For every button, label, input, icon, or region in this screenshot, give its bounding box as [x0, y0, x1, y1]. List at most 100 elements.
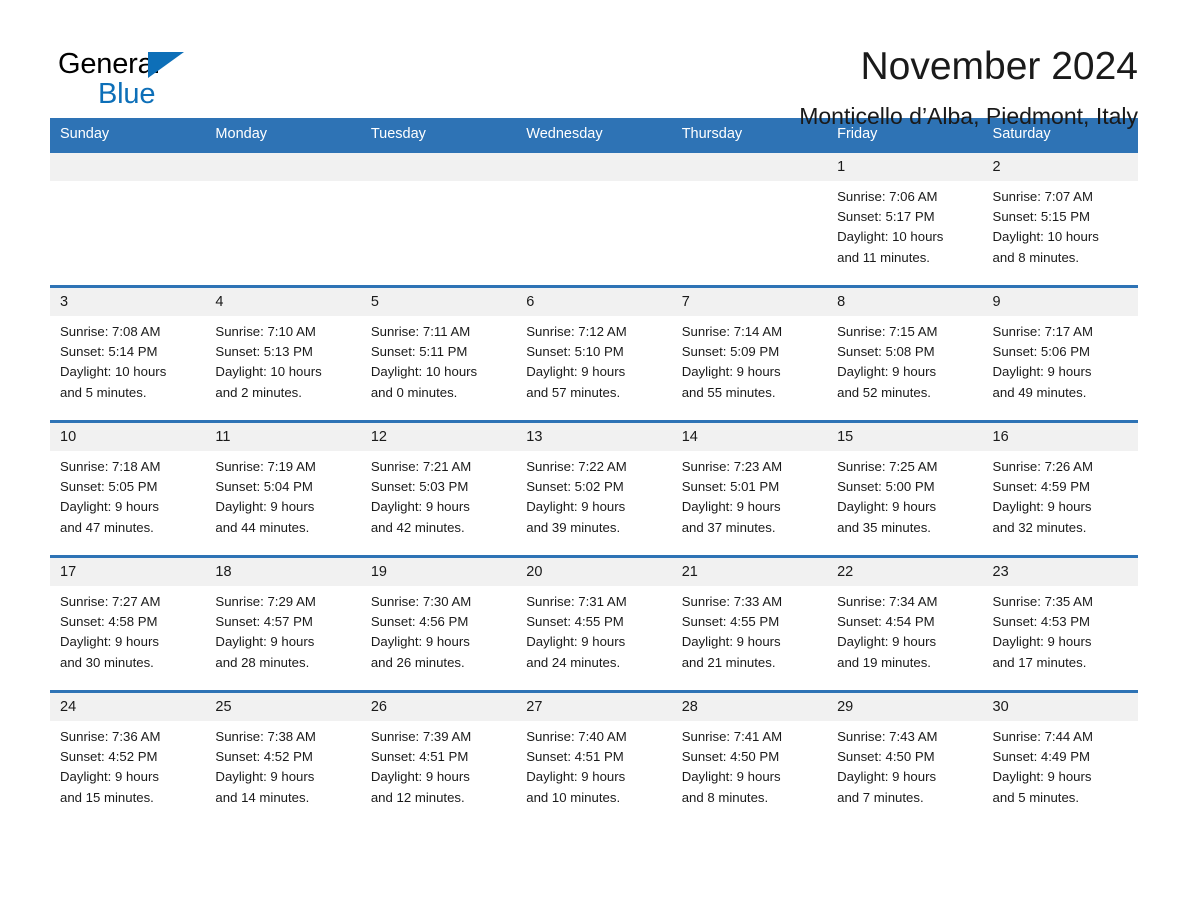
- sunset-time: Sunset: 4:51 PM: [370, 749, 469, 765]
- day-number: [516, 153, 672, 181]
- day-number: 23: [982, 558, 1138, 586]
- sunrise-time: Sunrise: 7:10 AM: [215, 324, 316, 339]
- sunrise-time: Sunrise: 7:35 AM: [992, 594, 1093, 609]
- calendar-day-cell[interactable]: 7 Sunrise: 7:14 AM Sunset: 5:09 PM Daylight…: [671, 285, 828, 422]
- sunrise-time: Sunrise: 7:12 AM: [526, 324, 627, 339]
- sunrise-time: Sunrise: 7:27 AM: [60, 594, 161, 609]
- day-details: Sunrise: 7:06 AM Sunset: 5:17 PM Daylight:…: [827, 181, 982, 268]
- calendar-day-cell[interactable]: 3 Sunrise: 7:08 AM Sunset: 5:14 PM Daylight…: [50, 285, 206, 422]
- weekday-header-sunday: Sunday: [50, 118, 206, 152]
- calendar-day-cell[interactable]: 19 Sunrise: 7:30 AM Sunset: 4:56 PM Dayligh…: [360, 555, 517, 692]
- day-number: [50, 153, 206, 181]
- day-details: Sunrise: 7:15 AM Sunset: 5:08 PM Daylight:…: [827, 316, 982, 403]
- calendar-day-cell[interactable]: 30 Sunrise: 7:44 AM Sunset: 4:49 PM Dayligh…: [982, 690, 1138, 825]
- sunrise-time: Sunrise: 7:14 AM: [681, 324, 783, 339]
- calendar-day-cell[interactable]: 4 Sunrise: 7:10 AM Sunset: 5:13 PM Daylight…: [205, 285, 361, 422]
- sunset-time: Sunset: 5:04 PM: [215, 479, 313, 495]
- sunrise-time: Sunrise: 7:08 AM: [60, 324, 161, 339]
- calendar-day-cell[interactable]: 11 Sunrise: 7:19 AM Sunset: 5:04 PM Dayligh…: [205, 420, 361, 557]
- calendar-day-cell[interactable]: 9 Sunrise: 7:17 AM Sunset: 5:06 PM Daylight…: [982, 285, 1138, 422]
- calendar-day-cell[interactable]: 26 Sunrise: 7:39 AM Sunset: 4:51 PM Dayligh…: [360, 690, 517, 825]
- calendar-day-cell[interactable]: 1 Sunrise: 7:06 AM Sunset: 5:17 PM Daylight…: [827, 150, 983, 287]
- sunrise-time: Sunrise: 7:38 AM: [215, 729, 316, 744]
- sunrise-time: Sunrise: 7:18 AM: [60, 459, 161, 474]
- sunrise-time: Sunrise: 7:23 AM: [681, 459, 783, 474]
- daylight-duration-line2: and 49 minutes.: [992, 384, 1087, 400]
- calendar-day-cell[interactable]: 10 Sunrise: 7:18 AM Sunset: 5:05 PM Dayligh…: [50, 420, 206, 557]
- general-blue-logo[interactable]: General Blue: [50, 42, 210, 114]
- calendar-day-cell[interactable]: 2 Sunrise: 7:07 AM Sunset: 5:15 PM Daylight…: [982, 150, 1138, 287]
- sunset-time: Sunset: 5:08 PM: [837, 344, 935, 360]
- day-number: 7: [671, 288, 828, 316]
- day-number: 13: [516, 423, 672, 451]
- daylight-duration-line2: and 35 minutes.: [837, 519, 931, 535]
- sunset-time: Sunset: 5:17 PM: [837, 209, 935, 225]
- daylight-duration-line2: and 32 minutes.: [992, 519, 1087, 535]
- daylight-duration-line2: and 28 minutes.: [215, 654, 310, 670]
- daylight-duration-line1: Daylight: 9 hours: [370, 634, 470, 650]
- calendar-day-cell[interactable]: 24 Sunrise: 7:36 AM Sunset: 4:52 PM Dayligh…: [50, 690, 206, 825]
- calendar-day-cell[interactable]: 13 Sunrise: 7:22 AM Sunset: 5:02 PM Dayligh…: [516, 420, 672, 557]
- day-details: Sunrise: 7:44 AM Sunset: 4:49 PM Daylight:…: [983, 721, 1138, 808]
- daylight-duration-line2: and 12 minutes.: [370, 789, 465, 805]
- sunrise-time: Sunrise: 7:34 AM: [837, 594, 938, 609]
- day-number: 18: [205, 558, 361, 586]
- calendar-day-cell[interactable]: 17 Sunrise: 7:27 AM Sunset: 4:58 PM Dayligh…: [50, 555, 206, 692]
- day-number: 16: [982, 423, 1138, 451]
- calendar-day-cell[interactable]: 6 Sunrise: 7:12 AM Sunset: 5:10 PM Daylight…: [516, 285, 672, 422]
- daylight-duration-line2: and 30 minutes.: [60, 654, 154, 670]
- calendar-day-cell[interactable]: 14 Sunrise: 7:23 AM Sunset: 5:01 PM Dayligh…: [671, 420, 828, 557]
- sunset-time: Sunset: 5:03 PM: [370, 479, 469, 495]
- calendar-day-cell[interactable]: 15 Sunrise: 7:25 AM Sunset: 5:00 PM Dayligh…: [827, 420, 983, 557]
- daylight-duration-line1: Daylight: 9 hours: [681, 364, 781, 380]
- calendar-day-cell[interactable]: 22 Sunrise: 7:34 AM Sunset: 4:54 PM Dayligh…: [827, 555, 983, 692]
- calendar-day-cell[interactable]: 16 Sunrise: 7:26 AM Sunset: 4:59 PM Dayligh…: [982, 420, 1138, 557]
- calendar-day-cell[interactable]: 5 Sunrise: 7:11 AM Sunset: 5:11 PM Daylight…: [360, 285, 517, 422]
- sunset-time: Sunset: 5:15 PM: [992, 209, 1091, 225]
- sunset-time: Sunset: 4:55 PM: [681, 614, 780, 630]
- daylight-duration-line1: Daylight: 9 hours: [215, 634, 315, 650]
- calendar-day-cell[interactable]: 21 Sunrise: 7:33 AM Sunset: 4:55 PM Dayligh…: [671, 555, 828, 692]
- calendar-empty-cell: [516, 150, 672, 287]
- day-details: Sunrise: 7:22 AM Sunset: 5:02 PM Daylight:…: [516, 451, 671, 538]
- calendar-week-row: 3 Sunrise: 7:08 AM Sunset: 5:14 PM Daylight…: [50, 285, 1138, 422]
- sunset-time: Sunset: 4:50 PM: [681, 749, 780, 765]
- sunset-time: Sunset: 5:10 PM: [526, 344, 624, 360]
- daylight-duration-line1: Daylight: 9 hours: [215, 499, 315, 515]
- calendar-day-cell[interactable]: 29 Sunrise: 7:43 AM Sunset: 4:50 PM Dayligh…: [827, 690, 983, 825]
- daylight-duration-line2: and 37 minutes.: [681, 519, 776, 535]
- calendar-day-cell[interactable]: 28 Sunrise: 7:41 AM Sunset: 4:50 PM Dayligh…: [671, 690, 828, 825]
- day-number: 17: [50, 558, 206, 586]
- day-details: Sunrise: 7:14 AM Sunset: 5:09 PM Daylight:…: [672, 316, 827, 403]
- calendar-day-cell[interactable]: 8 Sunrise: 7:15 AM Sunset: 5:08 PM Daylight…: [827, 285, 983, 422]
- daylight-duration-line1: Daylight: 9 hours: [992, 769, 1092, 785]
- sunrise-time: Sunrise: 7:30 AM: [370, 594, 472, 609]
- calendar-day-cell[interactable]: 23 Sunrise: 7:35 AM Sunset: 4:53 PM Dayligh…: [982, 555, 1138, 692]
- sunset-time: Sunset: 4:58 PM: [60, 614, 158, 630]
- day-number: 3: [50, 288, 206, 316]
- sunset-time: Sunset: 4:52 PM: [60, 749, 158, 765]
- daylight-duration-line1: Daylight: 9 hours: [837, 769, 937, 785]
- day-number: 14: [671, 423, 828, 451]
- calendar-week-row: 10 Sunrise: 7:18 AM Sunset: 5:05 PM Dayligh…: [50, 420, 1138, 557]
- day-details: Sunrise: 7:35 AM Sunset: 4:53 PM Daylight:…: [983, 586, 1138, 673]
- calendar-day-cell[interactable]: 18 Sunrise: 7:29 AM Sunset: 4:57 PM Dayligh…: [205, 555, 361, 692]
- sunset-time: Sunset: 5:00 PM: [837, 479, 935, 495]
- sunset-time: Sunset: 5:02 PM: [526, 479, 624, 495]
- sunrise-time: Sunrise: 7:31 AM: [526, 594, 627, 609]
- day-number: 20: [516, 558, 672, 586]
- day-number: [360, 153, 517, 181]
- day-number: 12: [360, 423, 517, 451]
- day-details: Sunrise: 7:38 AM Sunset: 4:52 PM Daylight:…: [205, 721, 360, 808]
- calendar-day-cell[interactable]: 12 Sunrise: 7:21 AM Sunset: 5:03 PM Dayligh…: [360, 420, 517, 557]
- calendar-day-cell[interactable]: 27 Sunrise: 7:40 AM Sunset: 4:51 PM Dayligh…: [516, 690, 672, 825]
- daylight-duration-line2: and 17 minutes.: [992, 654, 1087, 670]
- calendar-day-cell[interactable]: 20 Sunrise: 7:31 AM Sunset: 4:55 PM Dayligh…: [516, 555, 672, 692]
- sunrise-time: Sunrise: 7:39 AM: [370, 729, 472, 744]
- daylight-duration-line1: Daylight: 9 hours: [60, 769, 159, 785]
- day-number: 27: [516, 693, 672, 721]
- daylight-duration-line1: Daylight: 9 hours: [370, 499, 470, 515]
- daylight-duration-line2: and 0 minutes.: [370, 384, 458, 400]
- calendar-empty-cell: [205, 150, 361, 287]
- calendar-day-cell[interactable]: 25 Sunrise: 7:38 AM Sunset: 4:52 PM Dayligh…: [205, 690, 361, 825]
